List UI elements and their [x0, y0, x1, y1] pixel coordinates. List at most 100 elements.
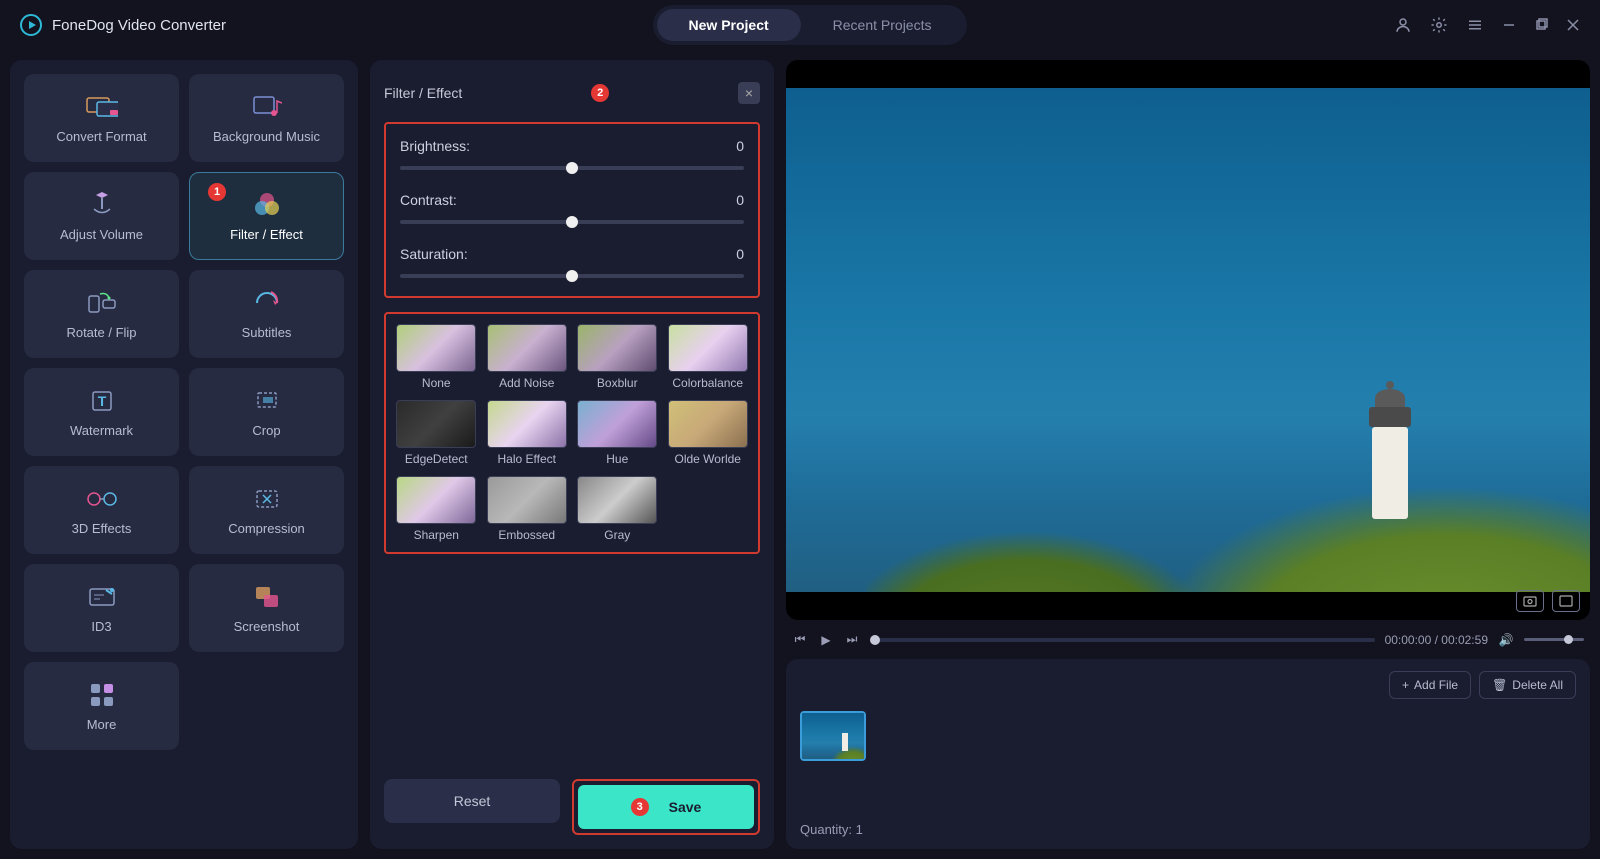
- menu-icon[interactable]: [1466, 16, 1484, 34]
- contrast-thumb[interactable]: [566, 216, 578, 228]
- tool-compression[interactable]: Compression: [189, 466, 344, 554]
- panel-close-button[interactable]: ×: [738, 82, 760, 104]
- filter-label: Gray: [604, 528, 630, 542]
- tool-screenshot[interactable]: Screenshot: [189, 564, 344, 652]
- delete-all-button[interactable]: 🗑Delete All: [1479, 671, 1576, 699]
- time-display: 00:00:00 / 00:02:59: [1385, 633, 1488, 647]
- screenshot-icon: [251, 583, 283, 611]
- filter-thumb: [487, 476, 567, 524]
- brightness-slider[interactable]: [400, 166, 744, 170]
- rotate-icon: [86, 289, 118, 317]
- filter-thumb: [487, 324, 567, 372]
- filter-thumb: [668, 324, 748, 372]
- filter-thumb: [396, 324, 476, 372]
- maximize-icon[interactable]: [1534, 18, 1548, 32]
- brightness-value: 0: [736, 138, 744, 154]
- app-logo: FoneDog Video Converter: [20, 14, 226, 36]
- filter-effect-icon: [251, 191, 283, 219]
- progress-bar[interactable]: [870, 638, 1375, 642]
- saturation-slider-row: Saturation:0: [400, 246, 744, 278]
- prev-icon[interactable]: ⏮: [792, 632, 808, 647]
- subtitles-icon: [251, 289, 283, 317]
- title-bar: FoneDog Video Converter New Project Rece…: [0, 0, 1600, 50]
- filter-sharpen[interactable]: Sharpen: [396, 476, 477, 542]
- crop-icon: [251, 387, 283, 415]
- tab-recent-projects[interactable]: Recent Projects: [801, 9, 964, 41]
- tool-watermark[interactable]: T Watermark: [24, 368, 179, 456]
- play-icon[interactable]: ▶: [818, 633, 834, 647]
- video-preview: [786, 60, 1590, 620]
- user-icon[interactable]: [1394, 16, 1412, 34]
- app-title: FoneDog Video Converter: [52, 17, 226, 34]
- id3-icon: [86, 583, 118, 611]
- file-actions: +Add File 🗑Delete All: [800, 671, 1576, 699]
- filter-hue[interactable]: Hue: [577, 400, 658, 466]
- preview-overlay-buttons: [1516, 590, 1580, 612]
- close-icon[interactable]: [1566, 18, 1580, 32]
- filter-add-noise[interactable]: Add Noise: [487, 324, 568, 390]
- filter-label: Add Noise: [499, 376, 554, 390]
- tab-new-project[interactable]: New Project: [657, 9, 801, 41]
- snapshot-icon[interactable]: [1516, 590, 1544, 612]
- quantity-label: Quantity: 1: [800, 822, 1576, 837]
- file-thumb-1[interactable]: [800, 711, 866, 761]
- filter-none[interactable]: None: [396, 324, 477, 390]
- add-file-button[interactable]: +Add File: [1389, 671, 1471, 699]
- tool-adjust-volume[interactable]: Adjust Volume: [24, 172, 179, 260]
- filter-label: None: [422, 376, 451, 390]
- filter-gray[interactable]: Gray: [577, 476, 658, 542]
- lighthouse-graphic: [1367, 381, 1413, 521]
- filter-embossed[interactable]: Embossed: [487, 476, 568, 542]
- filter-label: Embossed: [498, 528, 555, 542]
- tool-background-music[interactable]: Background Music: [189, 74, 344, 162]
- tools-sidebar: Convert Format Background Music Adjust V…: [10, 60, 358, 849]
- progress-thumb[interactable]: [870, 635, 880, 645]
- filter-thumb: [487, 400, 567, 448]
- reset-button[interactable]: Reset: [384, 779, 560, 823]
- compression-icon: [251, 485, 283, 513]
- next-icon[interactable]: ⏭: [844, 632, 860, 647]
- fullscreen-icon[interactable]: [1552, 590, 1580, 612]
- panel-title: Filter / Effect: [384, 85, 462, 101]
- filter-halo-effect[interactable]: Halo Effect: [487, 400, 568, 466]
- main-area: Convert Format Background Music Adjust V…: [0, 50, 1600, 859]
- glasses-icon: [86, 485, 118, 513]
- project-tabbar: New Project Recent Projects: [653, 5, 968, 45]
- settings-icon[interactable]: [1430, 16, 1448, 34]
- save-button-highlight: 3 Save: [572, 779, 760, 835]
- filters-container: None Add Noise Boxblur Colorbalance EdgeDete…: [384, 312, 760, 554]
- save-button[interactable]: 3 Save: [578, 785, 754, 829]
- filter-colorbalance[interactable]: Colorbalance: [668, 324, 749, 390]
- filter-thumb: [577, 476, 657, 524]
- file-area: +Add File 🗑Delete All Quantity: 1: [786, 659, 1590, 849]
- volume-thumb[interactable]: [1564, 635, 1573, 644]
- brightness-thumb[interactable]: [566, 162, 578, 174]
- minimize-icon[interactable]: [1502, 18, 1516, 32]
- tool-filter-effect[interactable]: 1 Filter / Effect: [189, 172, 344, 260]
- sliders-container: Brightness:0 Contrast:0 Saturation:0: [384, 122, 760, 298]
- volume-slider[interactable]: [1524, 638, 1584, 641]
- step-badge-2: 2: [591, 84, 609, 102]
- more-icon: [86, 681, 118, 709]
- tool-id3[interactable]: ID3: [24, 564, 179, 652]
- filter-effect-panel: Filter / Effect 2 × Brightness:0 Contras…: [370, 60, 774, 849]
- volume-speaker-icon[interactable]: 🔊: [1498, 633, 1514, 647]
- tool-convert-format[interactable]: Convert Format: [24, 74, 179, 162]
- file-thumbnails: [800, 711, 1576, 814]
- saturation-slider[interactable]: [400, 274, 744, 278]
- convert-icon: [86, 93, 118, 121]
- contrast-slider[interactable]: [400, 220, 744, 224]
- filter-boxblur[interactable]: Boxblur: [577, 324, 658, 390]
- tool-subtitles[interactable]: Subtitles: [189, 270, 344, 358]
- saturation-thumb[interactable]: [566, 270, 578, 282]
- tool-crop[interactable]: Crop: [189, 368, 344, 456]
- brightness-slider-row: Brightness:0: [400, 138, 744, 170]
- tool-3d-effects[interactable]: 3D Effects: [24, 466, 179, 554]
- tool-rotate-flip[interactable]: Rotate / Flip: [24, 270, 179, 358]
- tool-more[interactable]: More: [24, 662, 179, 750]
- volume-icon: [86, 191, 118, 219]
- filter-olde-worlde[interactable]: Olde Worlde: [668, 400, 749, 466]
- step-badge-1: 1: [208, 183, 226, 201]
- filter-label: Colorbalance: [672, 376, 743, 390]
- filter-edgedetect[interactable]: EdgeDetect: [396, 400, 477, 466]
